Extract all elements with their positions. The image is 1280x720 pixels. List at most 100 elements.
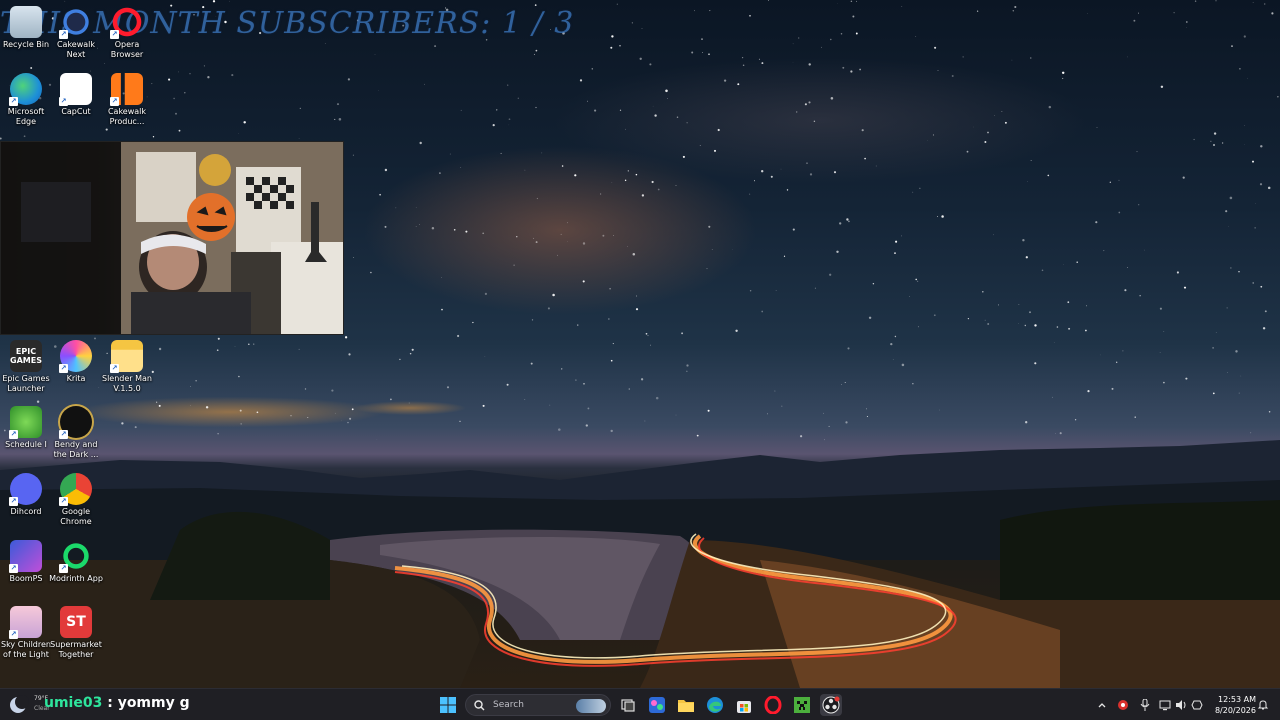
desktop-icon-label: Schedule I	[5, 440, 47, 449]
desktop-icon-label: Dihcord	[10, 507, 42, 516]
desktop-icon-sky[interactable]: ↗ Sky Children of the Light	[0, 606, 52, 660]
recycle-bin-icon	[10, 6, 42, 38]
taskbar-minecraft[interactable]	[791, 694, 813, 716]
supermarket-icon: ST	[60, 606, 92, 638]
desktop-icon-label: BoomPS	[9, 574, 43, 583]
desktop-icon-label: Cakewalk Produc...	[107, 107, 147, 126]
desktop-icon-label: Google Chrome	[60, 507, 92, 526]
shortcut-arrow-icon: ↗	[59, 497, 68, 506]
desktop-icon-label: Modrinth App	[49, 574, 103, 583]
shortcut-arrow-icon: ↗	[59, 430, 68, 439]
shortcut-arrow-icon: ↗	[110, 30, 119, 39]
desktop-icon-label: Supermarket Together	[50, 640, 102, 659]
taskbar-store[interactable]	[733, 694, 755, 716]
cakewalk-producer-icon: ↗	[110, 73, 143, 106]
battery-icon[interactable]	[1190, 698, 1204, 712]
wallpaper-scene	[0, 0, 1280, 688]
obs-icon	[822, 696, 840, 714]
bendy-icon: ↗	[59, 406, 92, 439]
discord-icon: ↗	[9, 473, 42, 506]
taskbar: 79°F Clear umie03 : yommy g Search 12:53…	[0, 688, 1280, 720]
desktop-icon-edge[interactable]: ↗ Microsoft Edge	[0, 73, 52, 127]
clock-date: 8/20/2026	[1214, 706, 1256, 715]
task-view-icon	[621, 699, 635, 712]
desktop-icon-label: Slender Man V.1.5.0	[102, 374, 152, 393]
taskbar-clock[interactable]: 12:53 AM 8/20/2026	[1206, 694, 1256, 716]
desktop-icon-label: CapCut	[61, 107, 91, 116]
tray-app-icon[interactable]	[1116, 698, 1130, 712]
desktop-icon-schedule-i[interactable]: ↗ Schedule I	[0, 406, 52, 450]
modrinth-icon: ↗	[59, 540, 92, 573]
shortcut-arrow-icon: ↗	[110, 364, 119, 373]
webcam-scene	[1, 142, 343, 334]
epic-games-icon: EPIC GAMES	[10, 340, 42, 372]
desktop-icon-label: Cakewalk Next	[56, 40, 96, 59]
desktop-icon-recycle-bin[interactable]: Recycle Bin	[0, 6, 52, 50]
start-button[interactable]	[437, 694, 459, 716]
desktop-icon-label: Bendy and the Dark ...	[53, 440, 99, 459]
desktop-icon-supermarket[interactable]: ST Supermarket Together	[50, 606, 102, 660]
shortcut-arrow-icon: ↗	[9, 564, 18, 573]
taskbar-opera[interactable]	[762, 694, 784, 716]
taskbar-edge[interactable]	[704, 694, 726, 716]
opera-icon: ↗	[110, 6, 143, 39]
desktop-icon-capcut[interactable]: ↗ CapCut	[50, 73, 102, 117]
desktop-icon-label: Sky Children of the Light	[1, 640, 51, 659]
desktop-icon-label: Microsoft Edge	[7, 107, 45, 126]
notification-bell-icon[interactable]	[1256, 698, 1270, 712]
edge-icon: ↗	[9, 73, 42, 106]
shortcut-arrow-icon: ↗	[59, 564, 68, 573]
desktop-icon-label: Epic Games Launcher	[2, 374, 50, 393]
chrome-icon: ↗	[59, 473, 92, 506]
search-icon	[474, 699, 485, 710]
chat-overlay-message: umie03 : yommy g	[44, 695, 190, 711]
taskbar-obs[interactable]	[820, 694, 842, 716]
shortcut-arrow-icon: ↗	[9, 97, 18, 106]
taskbar-file-explorer[interactable]	[675, 694, 697, 716]
sky-icon: ↗	[9, 606, 42, 639]
search-placeholder: Search	[493, 700, 524, 710]
opera-icon	[764, 696, 782, 714]
taskbar-search[interactable]: Search	[465, 694, 611, 716]
desktop-icon-bendy[interactable]: ↗ Bendy and the Dark ...	[50, 406, 102, 460]
webcam-overlay	[0, 141, 344, 335]
chat-username: umie03	[44, 695, 103, 711]
desktop-icon-cakewalk-producer[interactable]: ↗ Cakewalk Produc...	[101, 73, 153, 127]
cakewalk-next-icon: ↗	[59, 6, 92, 39]
network-icon[interactable]	[1158, 698, 1172, 712]
boomps-icon: ↗	[9, 540, 42, 573]
shortcut-arrow-icon: ↗	[9, 497, 18, 506]
volume-icon[interactable]	[1174, 698, 1188, 712]
store-icon	[737, 701, 751, 713]
desktop-icon-opera[interactable]: ↗ Opera Browser	[101, 6, 153, 60]
microphone-icon[interactable]	[1138, 698, 1152, 712]
capcut-icon: ↗	[59, 73, 92, 106]
desktop-icon-modrinth[interactable]: ↗ Modrinth App	[49, 540, 103, 584]
shortcut-arrow-icon: ↗	[59, 30, 68, 39]
clock-time: 12:53 AM	[1218, 695, 1256, 704]
minecraft-creeper-icon	[794, 697, 810, 713]
desktop-icon-label: Krita	[66, 374, 86, 383]
shortcut-arrow-icon: ↗	[9, 630, 18, 639]
taskbar-widgets[interactable]	[646, 694, 668, 716]
desktop-icon-boomps[interactable]: ↗ BoomPS	[0, 540, 52, 584]
desktop-icon-chrome[interactable]: ↗ Google Chrome	[50, 473, 102, 527]
weather-moon-icon	[10, 695, 29, 713]
shortcut-arrow-icon: ↗	[110, 97, 119, 106]
desktop-icon-label: Recycle Bin	[2, 40, 50, 49]
chat-message: : yommy g	[102, 695, 190, 711]
desktop-icon-cakewalk-next[interactable]: ↗ Cakewalk Next	[50, 6, 102, 60]
shortcut-arrow-icon: ↗	[59, 364, 68, 373]
desktop-icon-discord[interactable]: ↗ Dihcord	[0, 473, 52, 517]
folder-icon	[678, 700, 694, 712]
tray-overflow-chevron-icon[interactable]	[1095, 698, 1109, 712]
schedule-i-icon: ↗	[9, 406, 42, 439]
krita-icon: ↗	[59, 340, 92, 373]
desktop-icon-folder[interactable]: ↗ Slender Man V.1.5.0	[101, 340, 153, 394]
widgets-icon	[649, 697, 665, 713]
weather-widget[interactable]: 79°F Clear	[4, 692, 50, 718]
desktop-icon-krita[interactable]: ↗ Krita	[50, 340, 102, 384]
desktop-icon-epic-games[interactable]: EPIC GAMES Epic Games Launcher	[0, 340, 52, 394]
taskbar-task-view[interactable]	[617, 694, 639, 716]
shortcut-arrow-icon: ↗	[59, 97, 68, 106]
